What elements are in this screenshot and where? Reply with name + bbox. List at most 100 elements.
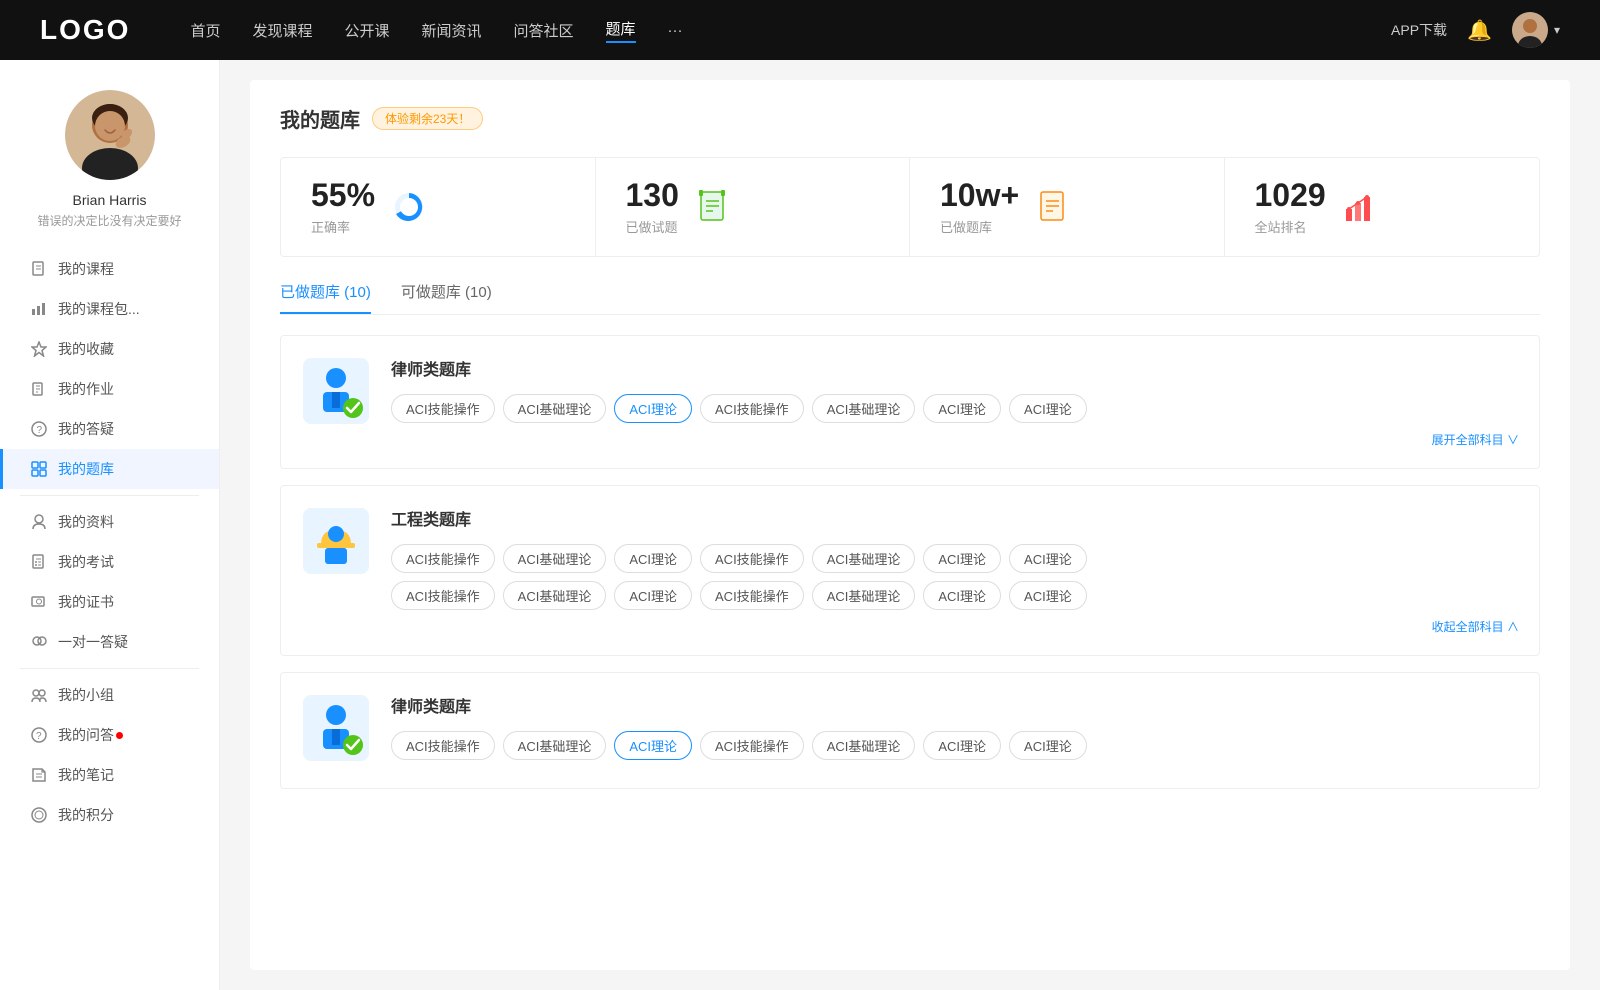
avatar-wrapper[interactable]: ▾ [1512,12,1560,48]
tag-eng-r2-0[interactable]: ACI技能操作 [391,581,495,610]
page-title: 我的题库 [280,104,360,133]
tag-lawyer1-3[interactable]: ACI技能操作 [700,394,804,423]
tag-eng-r2-3[interactable]: ACI技能操作 [700,581,804,610]
nav-home[interactable]: 首页 [190,20,220,41]
tags-row-lawyer2: ACI技能操作 ACI基础理论 ACI理论 ACI技能操作 ACI基础理论 AC… [391,731,1519,760]
tag-eng-r2-5[interactable]: ACI理论 [923,581,1001,610]
tag-eng-0[interactable]: ACI技能操作 [391,544,495,573]
expand-lawyer1[interactable]: 展开全部科目 ∨ [391,431,1519,448]
sidebar-item-questions[interactable]: ? 我的答疑 [0,409,219,449]
sidebar-item-notes-label: 我的笔记 [58,765,114,785]
category-card-lawyer2: 律师类题库 ACI技能操作 ACI基础理论 ACI理论 ACI技能操作 ACI基… [280,672,1540,789]
sidebar-item-certificate-label: 我的证书 [58,592,114,612]
grid-icon [30,460,48,478]
note-icon [30,766,48,784]
tag-l2-3[interactable]: ACI技能操作 [700,731,804,760]
sidebar-item-favorites-label: 我的收藏 [58,339,114,359]
tag-l2-5[interactable]: ACI理论 [923,731,1001,760]
sidebar-item-questions-label: 我的答疑 [58,419,114,439]
tag-l2-0[interactable]: ACI技能操作 [391,731,495,760]
stat-correct-label: 正确率 [311,217,375,236]
nav-more[interactable]: ··· [668,22,683,39]
lawyer-icon [301,356,371,426]
tag-eng-r2-1[interactable]: ACI基础理论 [503,581,607,610]
stat-done-tests-text: 130 已做试题 [626,178,679,236]
sidebar-menu: 我的课程 我的课程包... 我的收藏 我的作业 [0,249,219,835]
stat-done-quizzes: 10w+ 已做题库 [910,158,1225,256]
tag-l2-6[interactable]: ACI理论 [1009,731,1087,760]
sidebar-item-quiz-label: 我的题库 [58,459,114,479]
tag-eng-2[interactable]: ACI理论 [614,544,692,573]
collapse-engineer[interactable]: 收起全部科目 ∧ [391,618,1519,635]
notification-dot [116,732,123,739]
tag-lawyer1-4[interactable]: ACI基础理论 [812,394,916,423]
sidebar-item-course[interactable]: 我的课程 [0,249,219,289]
tag-eng-6[interactable]: ACI理论 [1009,544,1087,573]
divider1 [20,495,199,496]
engineer-icon [301,506,371,576]
stat-done-quizzes-label: 已做题库 [940,217,1019,236]
tag-eng-1[interactable]: ACI基础理论 [503,544,607,573]
app-download-btn[interactable]: APP下载 [1391,20,1447,40]
sidebar-item-exam[interactable]: 我的考试 [0,542,219,582]
category-content-lawyer2: 律师类题库 ACI技能操作 ACI基础理论 ACI理论 ACI技能操作 ACI基… [391,693,1519,768]
chevron-down-icon: ▾ [1554,23,1560,37]
tag-eng-r2-2[interactable]: ACI理论 [614,581,692,610]
sidebar-item-profile[interactable]: 我的资料 [0,502,219,542]
nav-menu: 首页 发现课程 公开课 新闻资讯 问答社区 题库 ··· [190,18,1391,43]
stat-rank-label: 全站排名 [1255,217,1326,236]
edit-icon [30,380,48,398]
sidebar-item-course-label: 我的课程 [58,259,114,279]
tab-available[interactable]: 可做题库 (10) [401,281,492,314]
sidebar-item-group[interactable]: 我的小组 [0,675,219,715]
sidebar-item-homework-label: 我的作业 [58,379,114,399]
sidebar-item-homework[interactable]: 我的作业 [0,369,219,409]
sidebar-item-notes[interactable]: 我的笔记 [0,755,219,795]
sidebar-item-quiz[interactable]: 我的题库 [0,449,219,489]
nav-qa[interactable]: 问答社区 [514,20,574,41]
bell-icon[interactable]: 🔔 [1467,18,1492,43]
sidebar-item-tutoring[interactable]: 一对一答疑 [0,622,219,662]
page-header: 我的题库 体验剩余23天！ [280,104,1540,133]
doc-icon [30,553,48,571]
sidebar-item-package-label: 我的课程包... [58,299,140,319]
sidebar-item-package[interactable]: 我的课程包... [0,289,219,329]
tag-lawyer1-1[interactable]: ACI基础理论 [503,394,607,423]
sidebar-item-group-label: 我的小组 [58,685,114,705]
tag-eng-3[interactable]: ACI技能操作 [700,544,804,573]
svg-text:?: ? [37,425,43,436]
category-card-lawyer1: 律师类题库 ACI技能操作 ACI基础理论 ACI理论 ACI技能操作 ACI基… [280,335,1540,469]
tag-lawyer1-6[interactable]: ACI理论 [1009,394,1087,423]
sidebar-item-favorites[interactable]: 我的收藏 [0,329,219,369]
sidebar-item-exam-label: 我的考试 [58,552,114,572]
user-motto: 错误的决定比没有决定要好 [27,212,191,229]
sidebar-item-qa[interactable]: ? 我的问答 [0,715,219,755]
sidebar: Brian Harris 错误的决定比没有决定要好 我的课程 我的课程包... [0,60,220,990]
svg-text:?: ? [36,731,42,742]
tag-lawyer1-2[interactable]: ACI理论 [614,394,692,423]
tag-eng-r2-6[interactable]: ACI理论 [1009,581,1087,610]
nav-discover[interactable]: 发现课程 [252,20,312,41]
main-inner: 我的题库 体验剩余23天！ 55% 正确率 [250,80,1570,970]
pie-chart-icon [391,189,427,225]
sidebar-item-points[interactable]: 我的积分 [0,795,219,835]
tag-l2-2[interactable]: ACI理论 [614,731,692,760]
nav-quiz[interactable]: 题库 [606,18,636,43]
tag-eng-4[interactable]: ACI基础理论 [812,544,916,573]
person-icon [30,513,48,531]
tab-done[interactable]: 已做题库 (10) [280,281,371,314]
sidebar-item-profile-label: 我的资料 [58,512,114,532]
category-content-engineer: 工程类题库 ACI技能操作 ACI基础理论 ACI理论 ACI技能操作 ACI基… [391,506,1519,635]
tag-lawyer1-5[interactable]: ACI理论 [923,394,1001,423]
sidebar-avatar [65,90,155,180]
tag-l2-4[interactable]: ACI基础理论 [812,731,916,760]
sidebar-item-certificate[interactable]: 我的证书 [0,582,219,622]
nav-opencourse[interactable]: 公开课 [344,20,389,41]
tag-l2-1[interactable]: ACI基础理论 [503,731,607,760]
tag-eng-5[interactable]: ACI理论 [923,544,1001,573]
avatar [1512,12,1548,48]
points-icon [30,806,48,824]
tag-lawyer1-0[interactable]: ACI技能操作 [391,394,495,423]
nav-news[interactable]: 新闻资讯 [422,20,482,41]
tag-eng-r2-4[interactable]: ACI基础理论 [812,581,916,610]
